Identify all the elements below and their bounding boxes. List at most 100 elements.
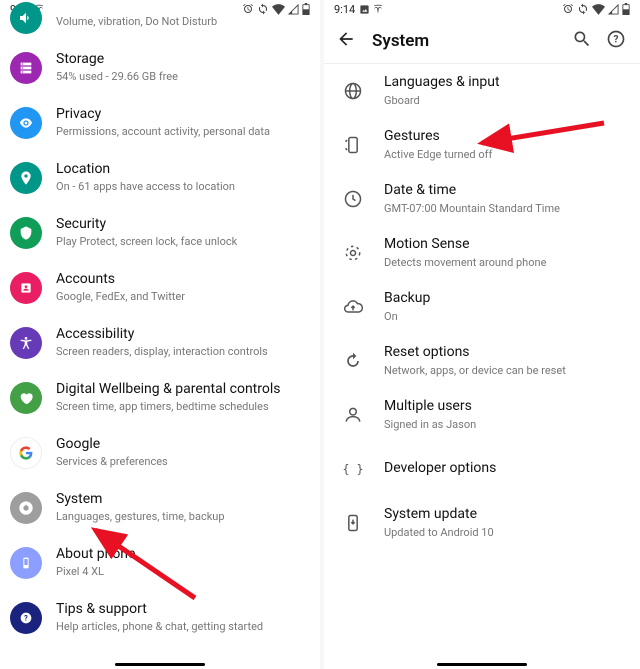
item-title: Reset options [384,344,566,362]
item-subtitle: Play Protect, screen lock, face unlock [56,235,237,249]
page-title: System [372,31,560,51]
accessibility-icon [10,327,42,359]
system-item-users[interactable]: Multiple users Signed in as Jason [324,388,640,442]
settings-item-tips[interactable]: ? Tips & supportHelp articles, phone & c… [0,590,320,645]
item-subtitle: On - 61 apps have access to location [56,180,235,194]
item-title: Languages & input [384,74,500,92]
system-item-gestures[interactable]: Gestures Active Edge turned off [324,118,640,172]
item-title: Google [56,436,168,454]
battery-icon [302,3,310,15]
settings-item-system[interactable]: SystemLanguages, gestures, time, backup [0,480,320,535]
accounts-icon [10,272,42,304]
item-title: About phone [56,546,135,564]
item-subtitle: Screen readers, display, interaction con… [56,345,268,359]
item-title: Storage [56,51,178,69]
system-item-backup[interactable]: Backup On [324,280,640,334]
nav-bar[interactable] [324,663,640,666]
back-button[interactable] [336,29,358,53]
item-subtitle: 54% used - 29.66 GB free [56,70,178,84]
item-title: Accounts [56,271,185,289]
alarm-icon [242,3,254,15]
settings-item-location[interactable]: LocationOn - 61 apps have access to loca… [0,150,320,205]
item-title: Tips & support [56,601,263,619]
backup-icon [340,294,366,320]
nav-bar[interactable] [0,663,320,666]
settings-item-about[interactable]: About phonePixel 4 XL [0,535,320,590]
globe-icon [340,78,366,104]
item-title: System [56,491,225,509]
status-icons [562,3,630,15]
item-subtitle: Updated to Android 10 [384,526,494,540]
wellbeing-icon [10,382,42,414]
reset-icon [340,348,366,374]
item-title: Digital Wellbeing & parental controls [56,381,280,399]
item-subtitle: Volume, vibration, Do Not Disturb [56,15,217,29]
item-subtitle: Detects movement around phone [384,256,546,270]
item-title: Date & time [384,182,560,200]
security-icon [10,217,42,249]
item-title: Motion Sense [384,236,546,254]
svg-text:{ }: { } [343,462,363,476]
motion-icon [340,240,366,266]
help-button[interactable]: ? [606,29,628,53]
search-button[interactable] [572,29,594,53]
system-icon [10,492,42,524]
alarm-icon [562,3,574,15]
settings-item-wellbeing[interactable]: Digital Wellbeing & parental controlsScr… [0,370,320,425]
item-title: Location [56,161,235,179]
about-icon [10,547,42,579]
settings-item-storage[interactable]: Storage54% used - 29.66 GB free [0,40,320,95]
update-icon [340,510,366,536]
item-title: System update [384,506,494,524]
system-item-reset[interactable]: Reset options Network, apps, or device ca… [324,334,640,388]
sync-icon [257,3,269,15]
item-subtitle: Services & preferences [56,455,168,469]
signal-icon [288,4,299,15]
settings-item-security[interactable]: SecurityPlay Protect, screen lock, face … [0,205,320,260]
item-title: Gestures [384,128,492,146]
tesla-icon [374,4,382,14]
system-item-datetime[interactable]: Date & time GMT-07:00 Mountain Standard T… [324,172,640,226]
item-subtitle: Screen time, app timers, bedtime schedul… [56,400,280,414]
item-subtitle: Active Edge turned off [384,148,492,162]
storage-icon [10,52,42,84]
system-item-update[interactable]: System update Updated to Android 10 [324,496,640,550]
sound-icon [10,2,42,34]
item-subtitle: Gboard [384,94,500,108]
item-title: Backup [384,290,430,308]
picture-icon [359,4,370,15]
battery-icon [622,3,630,15]
item-subtitle: Pixel 4 XL [56,565,135,579]
system-settings-screen: 9:14 System ? Languages & input Gboard Ge… [320,0,640,669]
developer-icon: { } [340,456,366,482]
item-title: Privacy [56,106,270,124]
item-title: Security [56,216,237,234]
item-title: Developer options [384,460,496,478]
item-subtitle: Network, apps, or device can be reset [384,364,566,378]
system-item-languages[interactable]: Languages & input Gboard [324,64,640,118]
header: System ? [324,18,640,64]
gestures-icon [340,132,366,158]
settings-main-screen: 9:14 Volume, vibration, Do Not Disturb S… [0,0,320,669]
settings-item-accounts[interactable]: AccountsGoogle, FedEx, and Twitter [0,260,320,315]
item-subtitle: GMT-07:00 Mountain Standard Time [384,202,560,216]
svg-text:?: ? [614,34,619,45]
privacy-icon [10,107,42,139]
status-time: 9:14 [334,3,355,16]
wifi-icon [592,4,605,15]
item-subtitle: Google, FedEx, and Twitter [56,290,185,304]
clock-icon [340,186,366,212]
settings-item-privacy[interactable]: PrivacyPermissions, account activity, pe… [0,95,320,150]
system-item-developer[interactable]: { } Developer options [324,442,640,496]
settings-item-google[interactable]: GoogleServices & preferences [0,425,320,480]
item-title: Multiple users [384,398,476,416]
google-icon [10,437,42,469]
wifi-icon [272,4,285,15]
location-icon [10,162,42,194]
svg-text:?: ? [24,613,28,622]
item-subtitle: Signed in as Jason [384,418,476,432]
system-item-motion[interactable]: Motion Sense Detects movement around phon… [324,226,640,280]
item-subtitle: On [384,310,430,324]
settings-item-accessibility[interactable]: AccessibilityScreen readers, display, in… [0,315,320,370]
users-icon [340,402,366,428]
